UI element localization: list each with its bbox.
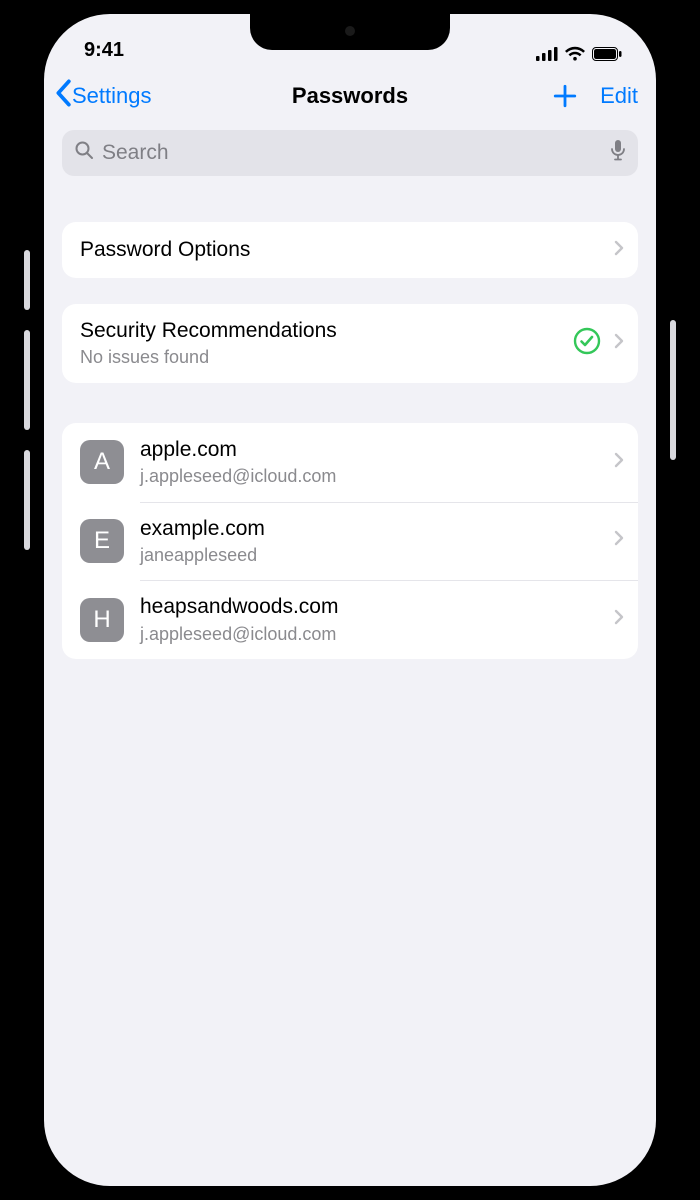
mute-switch [24,250,30,310]
checkmark-circle-icon [572,326,602,361]
security-recommendations-row[interactable]: Security Recommendations No issues found [62,304,638,383]
site-initial-icon: E [80,519,124,563]
battery-icon [592,47,622,61]
add-button[interactable] [552,83,578,109]
notch [250,14,450,50]
back-label: Settings [72,83,152,109]
account-user: j.appleseed@icloud.com [140,465,608,488]
chevron-right-icon [614,609,624,630]
phone-frame: 9:41 Settings Passwords [30,0,670,1200]
account-row[interactable]: Hheapsandwoods.com j.appleseed@icloud.com [62,580,638,659]
password-options-row[interactable]: Password Options [62,222,638,278]
accounts-group: Aapple.comj.appleseed@icloud.comEexample… [62,423,638,659]
security-group: Security Recommendations No issues found [62,304,638,383]
cellular-icon [536,47,558,61]
screen: 9:41 Settings Passwords [44,14,656,1186]
edit-button[interactable]: Edit [600,83,638,109]
account-site: example.com [140,516,608,542]
search-placeholder: Search [102,141,610,165]
nav-bar: Settings Passwords Edit [44,66,656,126]
site-initial-icon: A [80,440,124,484]
status-time: 9:41 [84,39,124,62]
search-icon [74,140,94,166]
password-options-label: Password Options [80,237,608,263]
dictate-icon[interactable] [610,139,626,167]
plus-icon [552,83,578,109]
back-button[interactable]: Settings [54,79,152,113]
power-button [670,320,676,460]
wifi-icon [564,46,586,62]
volume-up-button [24,330,30,430]
chevron-right-icon [614,333,624,354]
chevron-right-icon [614,530,624,551]
account-user: j.appleseed@icloud.com [140,623,608,646]
security-subtitle: No issues found [80,346,572,369]
site-initial-icon: H [80,598,124,642]
chevron-left-icon [54,79,72,113]
account-row[interactable]: Eexample.comjaneappleseed [62,502,638,581]
search-field[interactable]: Search [62,130,638,176]
account-site: heapsandwoods.com [140,594,608,620]
volume-down-button [24,450,30,550]
account-site: apple.com [140,437,608,463]
security-title: Security Recommendations [80,318,572,344]
account-user: janeappleseed [140,544,608,567]
account-row[interactable]: Aapple.comj.appleseed@icloud.com [62,423,638,502]
chevron-right-icon [614,452,624,473]
password-options-group: Password Options [62,222,638,278]
chevron-right-icon [614,240,624,261]
